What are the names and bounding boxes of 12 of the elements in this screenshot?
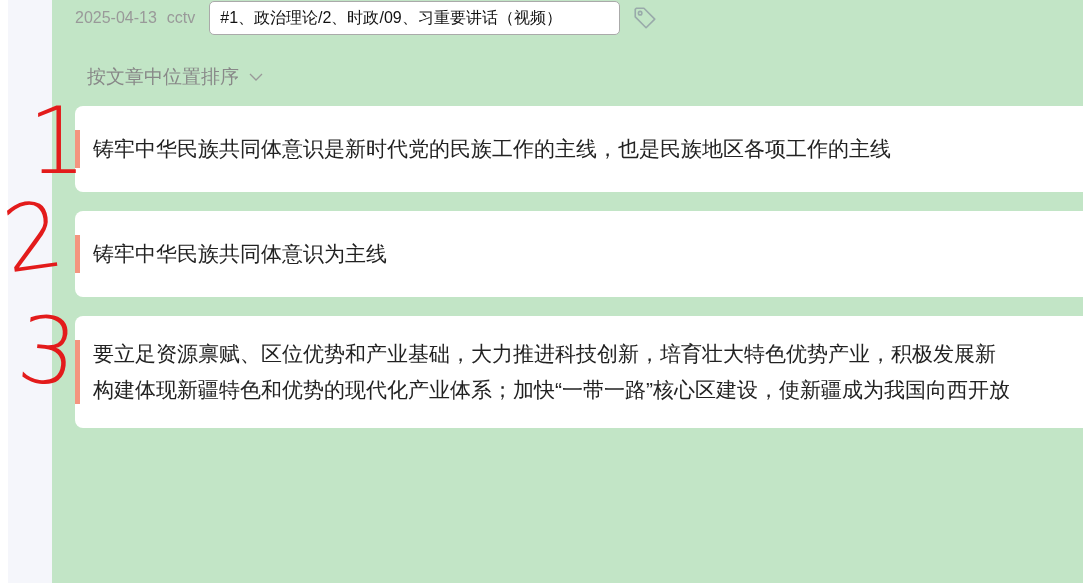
- tag-field[interactable]: #1、政治理论/2、时政/09、习重要讲话（视频）: [209, 1, 621, 35]
- highlight-card[interactable]: 铸牢中华民族共同体意识是新时代党的民族工作的主线，也是民族地区各项工作的主线: [75, 106, 1083, 192]
- highlight-text: 要立足资源禀赋、区位优势和产业基础，大力推进科技创新，培育壮大特色优势产业，积极发展新: [93, 341, 997, 367]
- highlight-card[interactable]: 铸牢中华民族共同体意识为主线: [75, 211, 1083, 297]
- article-source: cctv: [166, 9, 196, 27]
- handwritten-number: 2: [0, 188, 69, 288]
- highlight-text: 铸牢中华民族共同体意识是新时代党的民族工作的主线，也是民族地区各项工作的主线: [93, 136, 891, 162]
- article-date: 2025-04-13: [75, 9, 157, 27]
- highlight-card[interactable]: 要立足资源禀赋、区位优势和产业基础，大力推进科技创新，培育壮大特色优势产业，积极发展新 构建体现新疆特色和优势的现代化产业体系；加快“一带一路”核心区建设，使新疆成为我国向西开放: [75, 316, 1083, 428]
- highlight-text: 铸牢中华民族共同体意识为主线: [93, 241, 387, 267]
- caret-icon: [249, 72, 263, 82]
- highlight-text: 构建体现新疆特色和优势的现代化产业体系；加快“一带一路”核心区建设，使新疆成为我国向西开放: [93, 377, 1010, 403]
